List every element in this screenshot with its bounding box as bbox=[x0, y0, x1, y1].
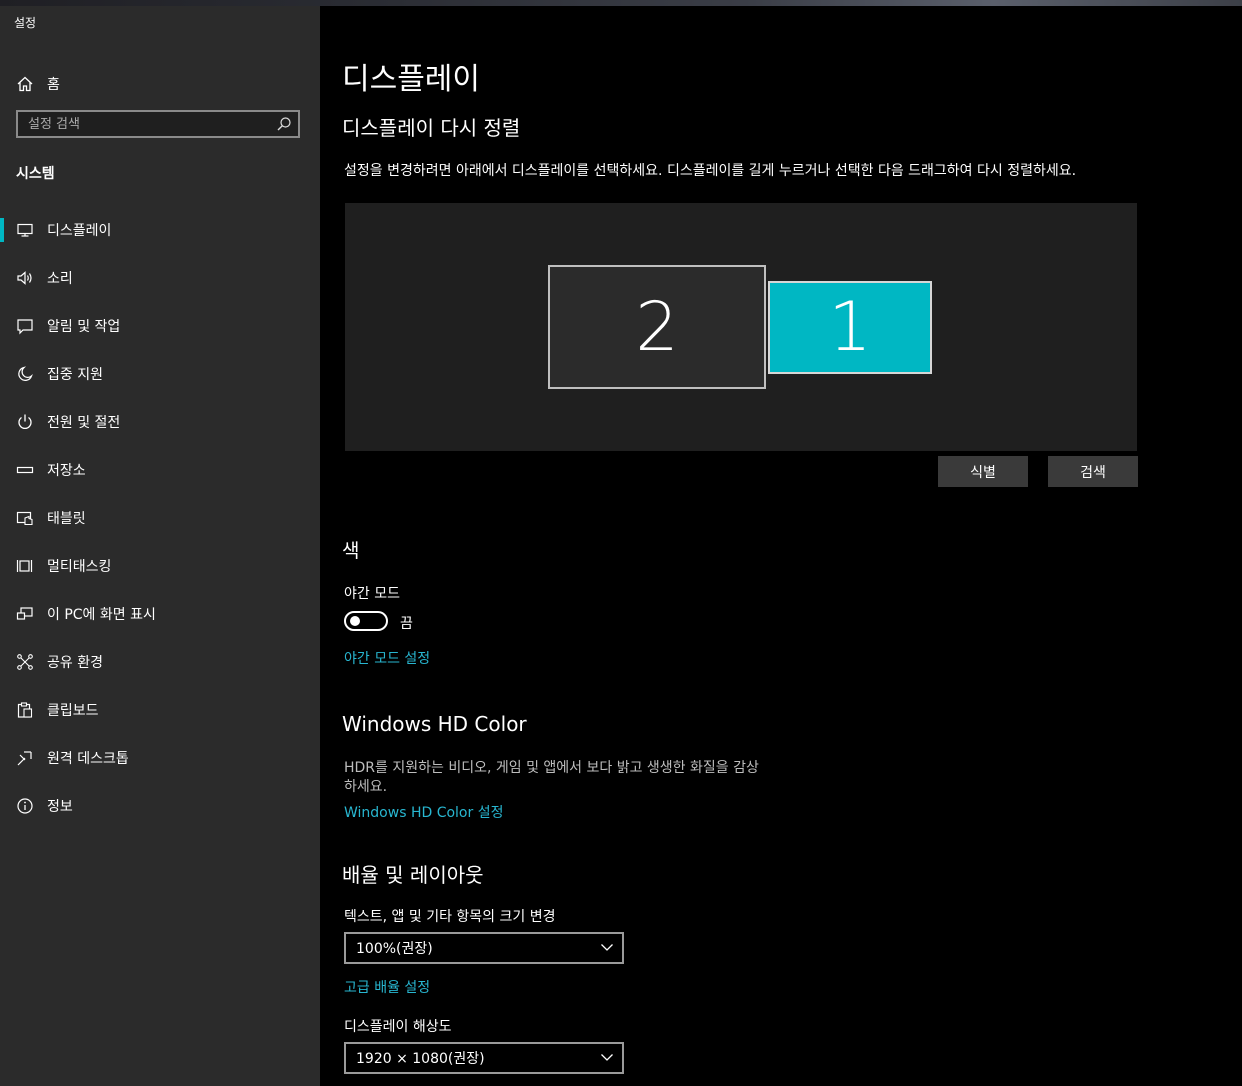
scale-dropdown[interactable]: 100%(권장) bbox=[344, 932, 624, 964]
sidebar-item-label: 전원 및 절전 bbox=[47, 415, 121, 431]
sidebar-item-label: 멀티태스킹 bbox=[47, 559, 112, 575]
speaker-icon bbox=[16, 269, 34, 287]
sidebar-item-focus-assist[interactable]: 집중 지원 bbox=[0, 350, 320, 398]
sidebar-item-remote-desktop[interactable]: 원격 데스크톱 bbox=[0, 734, 320, 782]
scale-label: 텍스트, 앱 및 기타 항목의 크기 변경 bbox=[344, 909, 556, 925]
info-icon bbox=[16, 797, 34, 815]
sidebar-item-notifications[interactable]: 알림 및 작업 bbox=[0, 302, 320, 350]
multitasking-icon bbox=[16, 557, 34, 575]
rearrange-heading: 디스플레이 다시 정렬 bbox=[342, 116, 521, 140]
identify-button[interactable]: 식별 bbox=[938, 456, 1028, 487]
search-input[interactable] bbox=[18, 112, 268, 136]
scale-value: 100%(권장) bbox=[356, 941, 433, 957]
display-arrangement-area[interactable]: 2 1 bbox=[345, 203, 1137, 451]
resolution-value: 1920 × 1080(권장) bbox=[356, 1051, 485, 1067]
sidebar-item-tablet[interactable]: 태블릿 bbox=[0, 494, 320, 542]
project-icon bbox=[16, 605, 34, 623]
sidebar-item-label: 태블릿 bbox=[47, 511, 86, 527]
sidebar-item-label: 소리 bbox=[47, 271, 73, 287]
home-icon bbox=[16, 75, 34, 93]
sidebar: 설정 홈 시스템 디스플레이 소리 bbox=[0, 6, 320, 1086]
hdr-heading: Windows HD Color bbox=[342, 712, 527, 736]
scale-heading: 배율 및 레이아웃 bbox=[342, 863, 484, 887]
detect-button[interactable]: 검색 bbox=[1048, 456, 1138, 487]
sidebar-item-label: 저장소 bbox=[47, 463, 86, 479]
night-light-state: 끔 bbox=[400, 616, 413, 632]
home-label: 홈 bbox=[47, 77, 60, 93]
night-light-label: 야간 모드 bbox=[344, 586, 400, 602]
sidebar-nav: 디스플레이 소리 알림 및 작업 집중 지원 전원 및 절전 저장소 태블릿 멀… bbox=[0, 206, 320, 830]
section-title: 시스템 bbox=[16, 166, 55, 182]
monitor-icon bbox=[16, 221, 34, 239]
chevron-down-icon bbox=[601, 944, 613, 951]
sidebar-item-label: 이 PC에 화면 표시 bbox=[47, 607, 156, 623]
night-light-toggle[interactable] bbox=[344, 611, 388, 631]
resolution-label: 디스플레이 해상도 bbox=[344, 1019, 452, 1035]
rearrange-description: 설정을 변경하려면 아래에서 디스플레이를 선택하세요. 디스플레이를 길게 누… bbox=[344, 163, 1077, 179]
monitor-2[interactable]: 2 bbox=[548, 265, 766, 389]
sidebar-item-label: 원격 데스크톱 bbox=[47, 751, 129, 767]
sidebar-item-about[interactable]: 정보 bbox=[0, 782, 320, 830]
sidebar-home[interactable]: 홈 bbox=[0, 64, 320, 104]
advanced-scaling-link[interactable]: 고급 배율 설정 bbox=[344, 977, 430, 997]
sidebar-item-project-to-this-pc[interactable]: 이 PC에 화면 표시 bbox=[0, 590, 320, 638]
resolution-dropdown[interactable]: 1920 × 1080(권장) bbox=[344, 1042, 624, 1074]
window-title: 설정 bbox=[14, 16, 37, 30]
main-content: 디스플레이 디스플레이 다시 정렬 설정을 변경하려면 아래에서 디스플레이를 … bbox=[320, 6, 1242, 1086]
monitor-1[interactable]: 1 bbox=[768, 281, 932, 374]
sidebar-item-label: 정보 bbox=[47, 799, 73, 815]
sidebar-item-power[interactable]: 전원 및 절전 bbox=[0, 398, 320, 446]
sidebar-item-label: 알림 및 작업 bbox=[47, 319, 121, 335]
sidebar-item-shared-experiences[interactable]: 공유 환경 bbox=[0, 638, 320, 686]
sidebar-item-label: 집중 지원 bbox=[47, 367, 103, 383]
sidebar-item-label: 공유 환경 bbox=[47, 655, 103, 671]
night-light-settings-link[interactable]: 야간 모드 설정 bbox=[344, 648, 430, 668]
hdr-settings-link[interactable]: Windows HD Color 설정 bbox=[344, 802, 503, 822]
sidebar-item-storage[interactable]: 저장소 bbox=[0, 446, 320, 494]
sidebar-item-clipboard[interactable]: 클립보드 bbox=[0, 686, 320, 734]
chevron-down-icon bbox=[601, 1054, 613, 1061]
power-icon bbox=[16, 413, 34, 431]
storage-icon bbox=[16, 461, 34, 479]
sidebar-item-multitasking[interactable]: 멀티태스킹 bbox=[0, 542, 320, 590]
sidebar-item-label: 디스플레이 bbox=[47, 223, 112, 239]
settings-search[interactable] bbox=[16, 110, 300, 138]
color-heading: 색 bbox=[342, 540, 360, 562]
search-icon[interactable] bbox=[276, 116, 292, 132]
hdr-description-line2: 하세요. bbox=[344, 779, 388, 795]
sidebar-item-display[interactable]: 디스플레이 bbox=[0, 206, 320, 254]
moon-icon bbox=[16, 365, 34, 383]
clipboard-icon bbox=[16, 701, 34, 719]
toggle-knob bbox=[350, 616, 360, 626]
notification-icon bbox=[16, 317, 34, 335]
remote-desktop-icon bbox=[16, 749, 34, 767]
hdr-description-line1: HDR를 지원하는 비디오, 게임 및 앱에서 보다 밝고 생생한 화질을 감상 bbox=[344, 760, 759, 776]
page-title: 디스플레이 bbox=[342, 62, 480, 97]
tablet-icon bbox=[16, 509, 34, 527]
sidebar-item-label: 클립보드 bbox=[47, 703, 99, 719]
shared-experience-icon bbox=[16, 653, 34, 671]
sidebar-item-sound[interactable]: 소리 bbox=[0, 254, 320, 302]
